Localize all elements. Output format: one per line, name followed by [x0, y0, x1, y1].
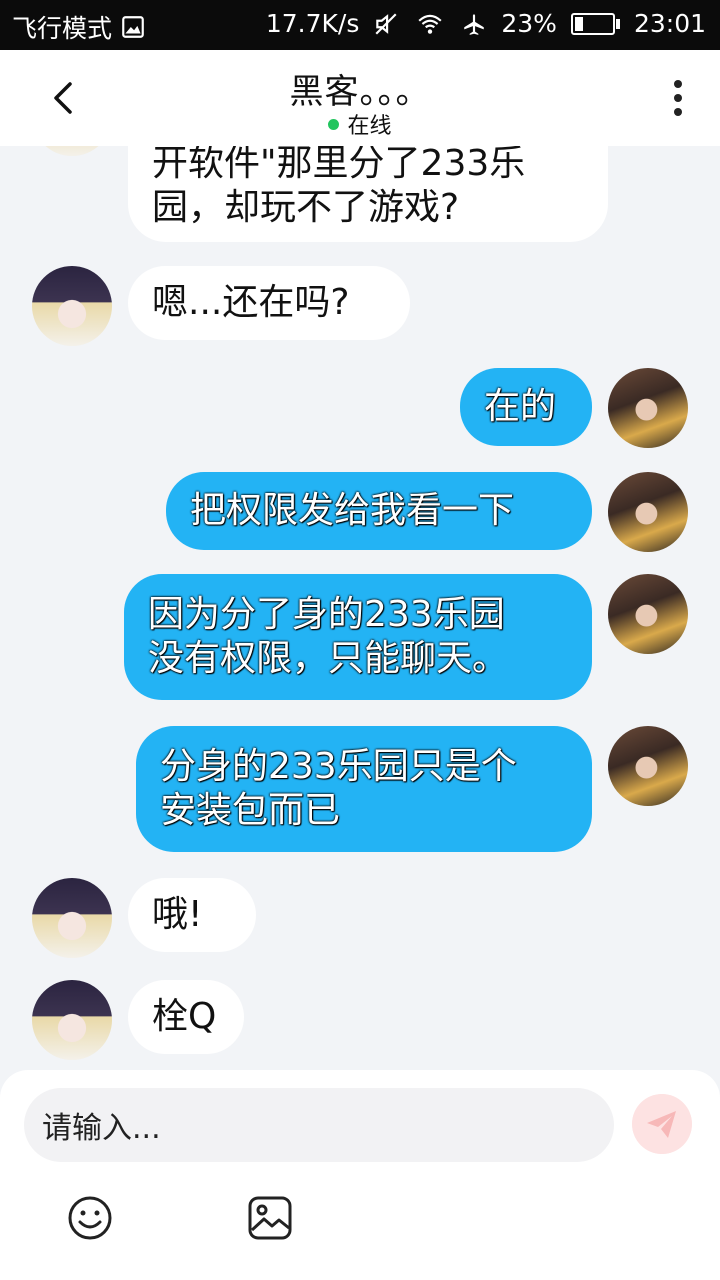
message-bubble-outgoing[interactable]: 把权限发给我看一下 — [166, 472, 592, 550]
message-list[interactable]: 开软件"那里分了233乐 园，却玩不了游戏? 嗯...还在吗? 在的 把权限发给… — [0, 146, 720, 1070]
message-text: 没有权限，只能聊天。 — [148, 638, 509, 679]
battery-icon — [570, 12, 620, 35]
user-avatar[interactable] — [608, 574, 688, 654]
message-bubble-outgoing[interactable]: 分身的233乐园只是个 安装包而已 — [136, 726, 592, 852]
online-dot — [328, 119, 340, 130]
airplane-icon — [464, 13, 485, 35]
battery-percent: 23% — [501, 9, 557, 38]
status-bar: 飞行模式 17.7K/s 23% 23:01 — [0, 0, 720, 50]
status-left: 飞行模式 — [12, 9, 146, 45]
message-input[interactable]: 请输入... — [24, 1088, 614, 1162]
message-bubble-incoming[interactable]: 哦! — [128, 878, 256, 952]
status-right: 17.7K/s 23% 23:01 — [266, 9, 706, 38]
message-text: 把权限发给我看一下 — [190, 490, 515, 531]
clock: 23:01 — [633, 9, 706, 38]
contact-name: 黑客。。。 — [289, 72, 431, 112]
message-text: 开软件"那里分了233乐 — [152, 146, 526, 184]
contact-avatar[interactable] — [32, 878, 112, 958]
message-bubble-outgoing[interactable]: 在的 — [460, 368, 592, 446]
image-notification-icon — [122, 16, 144, 38]
airplane-mode-label: 飞行模式 — [12, 14, 113, 43]
input-placeholder: 请输入... — [42, 1111, 161, 1146]
message-text: 哦! — [152, 894, 203, 935]
message-text: 因为分了身的233乐园 — [148, 594, 505, 635]
contact-avatar[interactable] — [32, 980, 112, 1060]
chat-header: 黑客。。。 在线 — [0, 50, 720, 146]
message-text: 分身的233乐园只是个 — [160, 746, 517, 787]
message-bubble-incoming[interactable]: 栓Q — [128, 980, 244, 1054]
network-speed: 17.7K/s — [265, 9, 360, 38]
composer: 请输入... — [0, 1070, 720, 1280]
image-icon[interactable] — [246, 1194, 294, 1242]
message-bubble-incoming[interactable]: 开软件"那里分了233乐 园，却玩不了游戏? — [128, 146, 608, 242]
user-avatar[interactable] — [608, 472, 688, 552]
user-avatar[interactable] — [608, 368, 688, 448]
message-text: 园，却玩不了游戏? — [152, 187, 460, 228]
message-text: 嗯...还在吗? — [152, 282, 350, 323]
contact-avatar[interactable] — [32, 146, 112, 156]
message-text: 栓Q — [152, 996, 217, 1037]
wifi-icon — [418, 14, 442, 34]
emoji-icon[interactable] — [66, 1194, 114, 1242]
contact-avatar[interactable] — [32, 266, 112, 346]
message-bubble-outgoing[interactable]: 因为分了身的233乐园 没有权限，只能聊天。 — [124, 574, 592, 700]
message-text: 在的 — [484, 386, 557, 427]
send-icon[interactable] — [632, 1094, 692, 1154]
more-vertical-icon[interactable] — [672, 78, 684, 118]
message-bubble-incoming[interactable]: 嗯...还在吗? — [128, 266, 410, 340]
user-avatar[interactable] — [608, 726, 688, 806]
online-status: 在线 — [0, 108, 720, 140]
message-text: 安装包而已 — [160, 790, 341, 831]
online-label: 在线 — [347, 114, 392, 139]
mute-icon — [375, 12, 397, 35]
